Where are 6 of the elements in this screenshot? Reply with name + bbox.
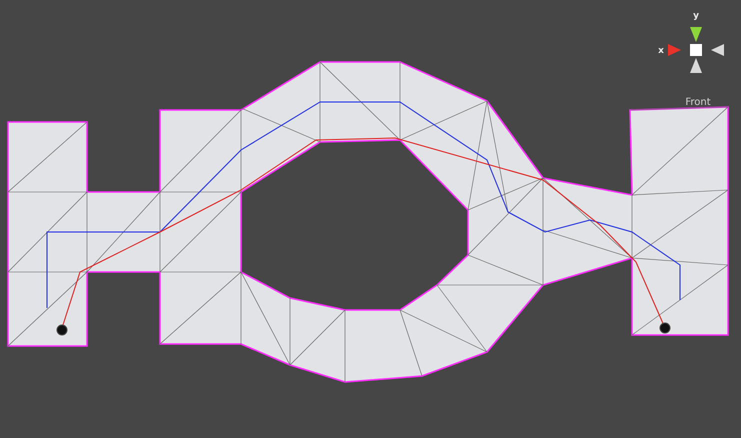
- axis-cone-icon[interactable]: [690, 27, 702, 42]
- axis-cone-icon[interactable]: [690, 58, 702, 73]
- axis-label: x: [658, 46, 664, 56]
- view-label[interactable]: Front: [685, 97, 711, 108]
- axis-label: y: [693, 11, 699, 21]
- axis-cone-icon[interactable]: [711, 44, 724, 56]
